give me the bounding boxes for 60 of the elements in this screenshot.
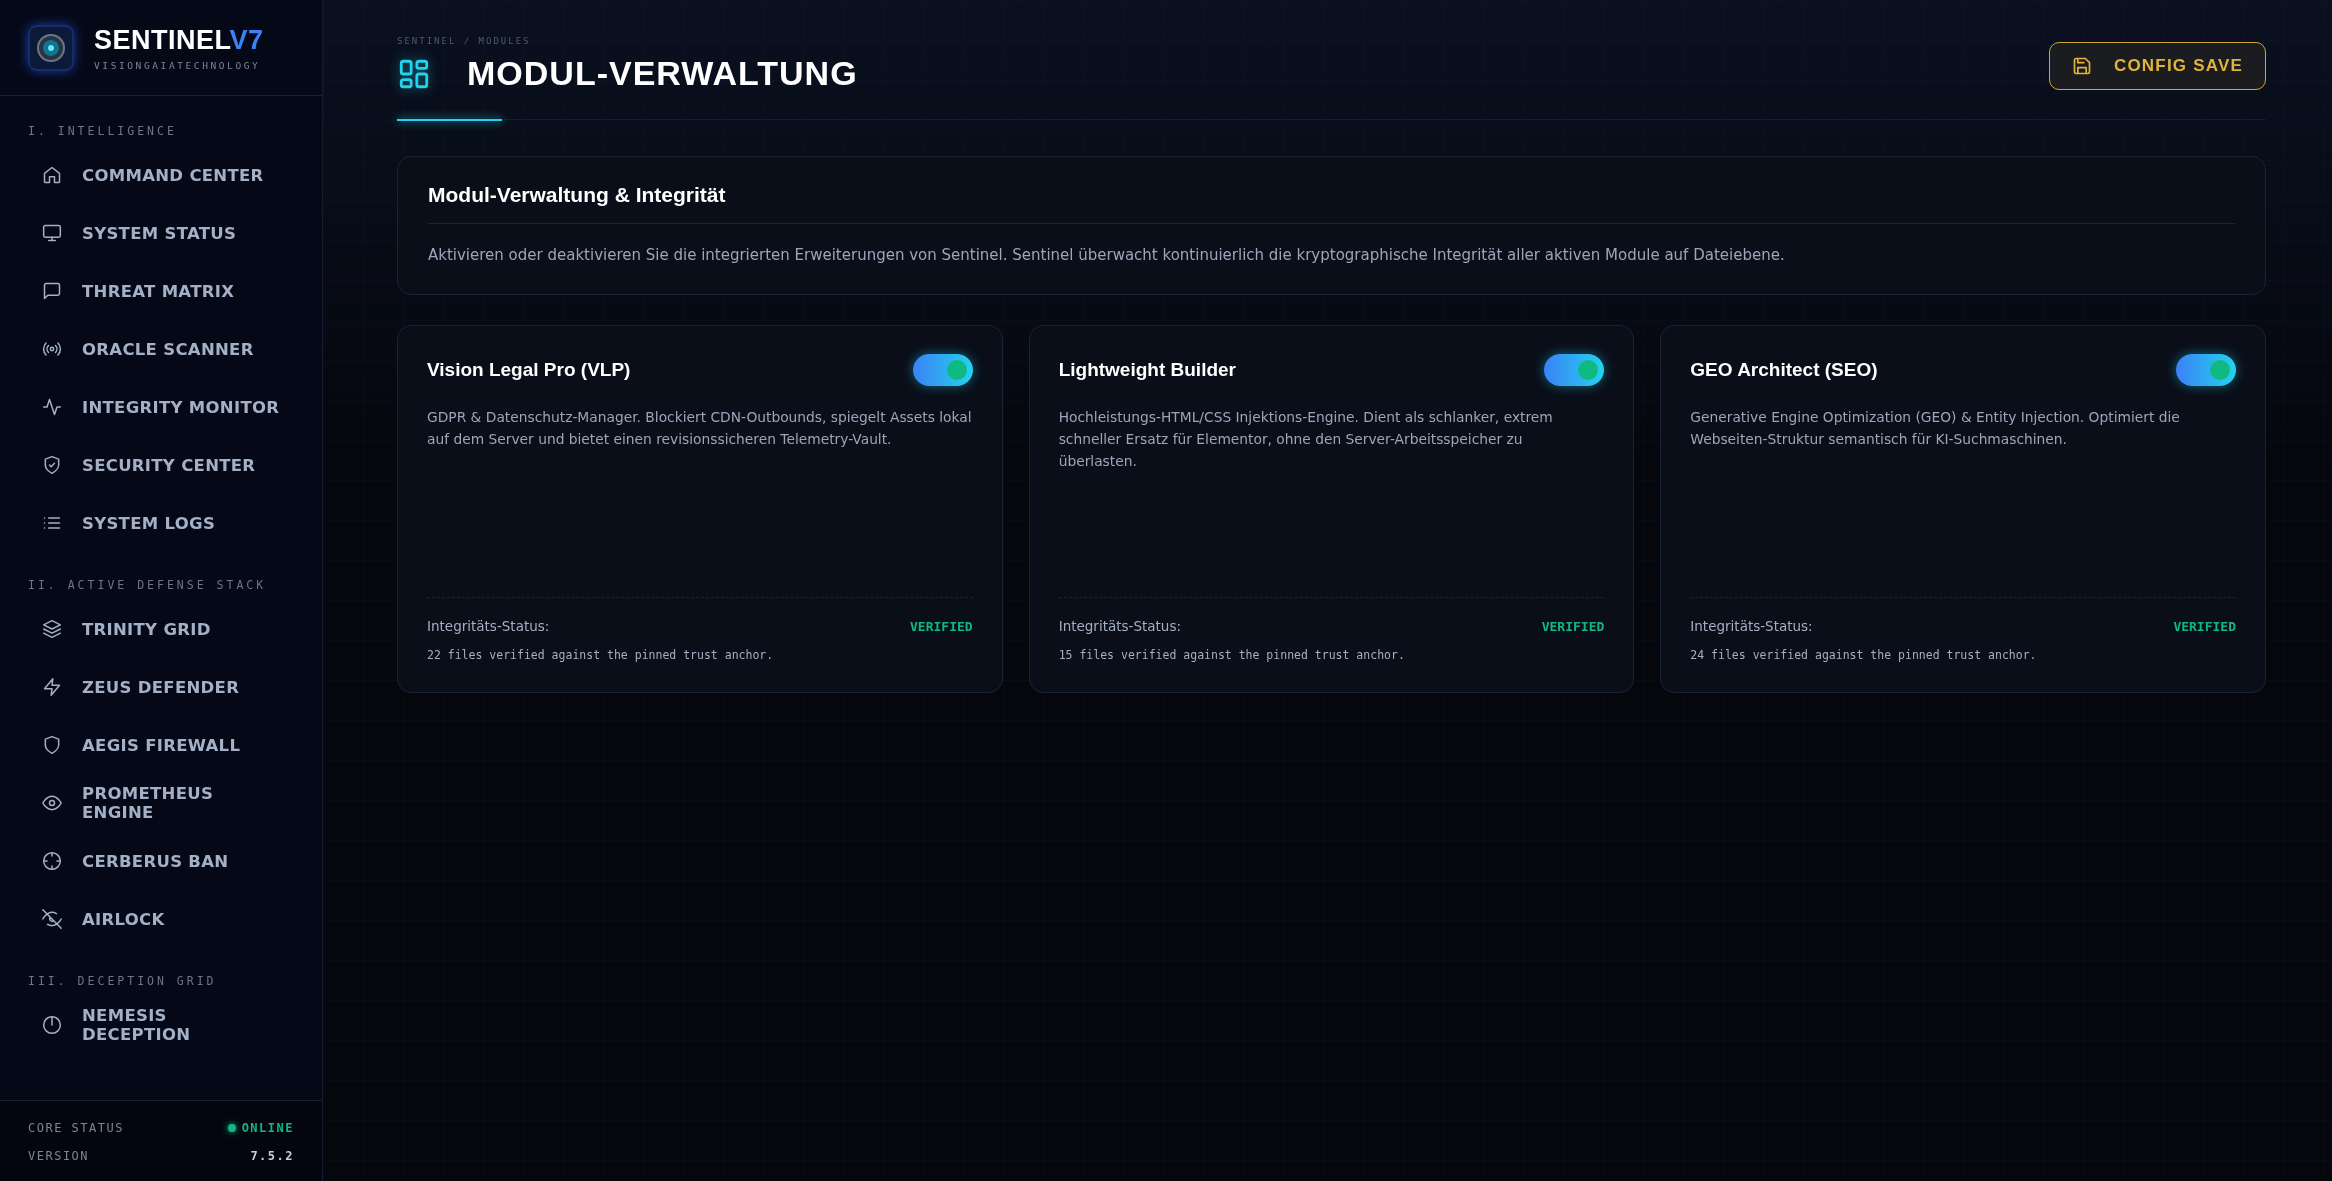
toggle-switch[interactable] [912,354,973,386]
version-label: VERSION [28,1149,90,1163]
brand-subtitle: VISIONGAIATECHNOLOGY [94,59,262,71]
eye-icon [42,793,62,813]
status-label: Integritäts-Status: [1058,618,1181,634]
section-label: II. ACTIVE DEFENSE STACK [27,577,268,594]
logo-icon [28,24,74,71]
module-description: Generative Engine Optimization (GEO) & Entity Injection. Optimiert die Webseiten-Struktur semantisch für KI-Suchmaschinen. [1690,408,2181,449]
nav-item[interactable]: ORACLE SCANNER [0,320,322,378]
intro-text: Aktivieren oder deaktivieren Sie die integrierten Erweiterungen von Sentinel. Sentinel überwacht kontinuierlich die kryptographische Integrität aller aktiven Module auf Dateiebene. [428,246,1786,264]
version-number: 7.5.2 [250,1149,294,1163]
nav-item[interactable]: AEGIS FIREWALL [0,716,322,774]
crosshair-icon [42,851,62,871]
nav-item[interactable]: PROMETHEUS ENGINE [0,774,322,832]
verification-detail: 22 files verified against the pinned trust anchor. [427,648,775,662]
radio-icon [42,339,62,359]
nav-item[interactable]: SYSTEM STATUS [0,204,322,262]
toggle-switch[interactable] [2176,354,2236,386]
nav-item[interactable]: COMMAND CENTER [0,146,322,204]
eye-off-icon [42,909,62,929]
status-value: VERIFIED [1541,618,1605,634]
circle-icon [42,1015,62,1035]
module-title: Lightweight Builder [1058,359,1236,381]
home-icon [42,165,62,185]
status-label: Integritäts-Status: [427,618,550,634]
module-title: GEO Architect (SEO) [1690,359,1878,381]
shield-icon [42,735,62,755]
nav-item[interactable]: TRINITY GRID [0,600,322,658]
brand-name: SENTINELV7 [94,24,264,56]
nav-item[interactable]: ZEUS DEFENDER [0,658,322,716]
section-label: I. INTELLIGENCE [27,123,178,140]
nav-item[interactable]: NEMESIS DECEPTION [0,996,322,1054]
bolt-icon [42,677,62,697]
core-status-label: CORE STATUS [28,1121,124,1135]
nav-item[interactable]: INTEGRITY MONITOR [0,378,322,436]
module-title: Vision Legal Pro (VLP) [427,359,631,381]
breadcrumb: SENTINEL / MODULES [397,36,532,46]
pulse-icon [42,397,62,417]
section-label: III. DECEPTION GRID [27,973,218,990]
verification-detail: 15 files verified against the pinned trust anchor. [1058,648,1406,662]
config-save-button[interactable]: CONFIG SAVE [2048,42,2266,90]
nav-item[interactable]: THREAT MATRIX [0,262,322,320]
module-description: Hochleistungs-HTML/CSS Injektions-Engine. Dient als schlanker, extrem schneller Ersatz für Elementor, ohne den Server-Arbeitsspeicher zu überlasten. [1058,408,1554,471]
status-text: ONLINE [241,1121,294,1135]
intro-title: Modul-Verwaltung & Integrität [428,183,2235,224]
shield-check-icon [42,455,62,475]
nav-item[interactable]: SECURITY CENTER [0,436,322,494]
nav-item[interactable]: CERBERUS BAN [0,832,322,890]
toggle-switch[interactable] [1544,354,1605,386]
layers-icon [42,619,62,639]
chat-icon [42,281,62,301]
nav-item[interactable]: SYSTEM LOGS [0,494,322,552]
status-value: VERIFIED [910,618,973,634]
module-description: GDPR & Datenschutz-Manager. Blockiert CDN-Outbounds, spiegelt Assets lokal auf dem Server und bietet einen revisionssicheren Telemetry-Vault. [427,408,973,449]
nav-item[interactable]: AIRLOCK [0,890,322,948]
monitor-icon [42,223,62,243]
status-label: Integritäts-Status: [1690,618,1813,634]
page-title: MODUL-VERWALTUNG [467,54,858,93]
verification-detail: 24 files verified against the pinned trust anchor. [1690,648,2038,662]
status-value: VERIFIED [2173,618,2236,634]
